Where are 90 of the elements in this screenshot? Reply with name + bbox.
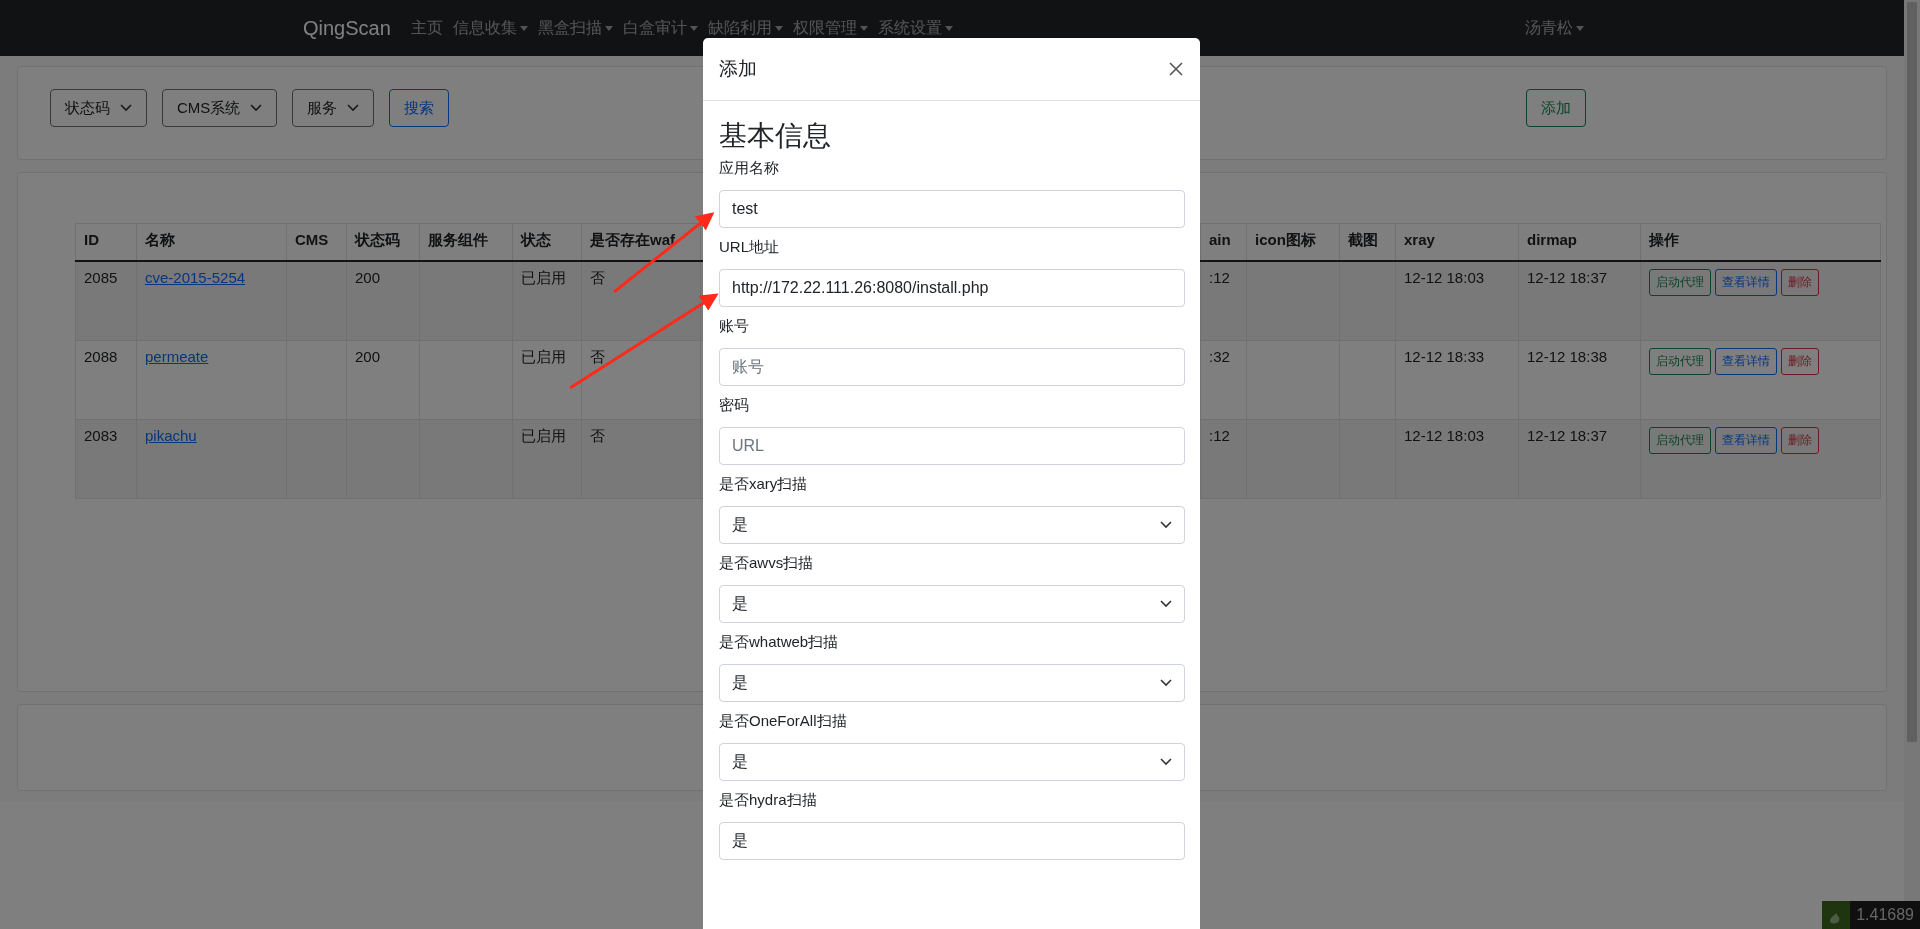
action-button[interactable]: 删除 — [1781, 348, 1819, 375]
close-icon[interactable] — [1168, 61, 1184, 77]
table-cell: 200 — [355, 269, 381, 286]
chevron-icon — [250, 104, 263, 112]
field-label: 是否awvs扫描 — [719, 554, 815, 573]
column-header: xray — [1404, 231, 1435, 248]
user-menu[interactable]: 汤青松 — [1525, 17, 1584, 39]
field-label: 是否whatweb扫描 — [719, 633, 840, 652]
action-button[interactable]: 查看详情 — [1715, 427, 1777, 454]
nav-menu-item[interactable]: 系统设置 — [877, 17, 953, 39]
column-header: 服务组件 — [428, 231, 488, 248]
table-cell: 已启用 — [521, 269, 566, 286]
action-button[interactable]: 查看详情 — [1715, 348, 1777, 375]
table-cell: 12-12 18:03 — [1404, 269, 1485, 286]
nav-menu-item[interactable]: 信息收集 — [452, 17, 528, 39]
column-header: icon图标 — [1255, 231, 1316, 248]
table-cell: 200 — [355, 348, 381, 365]
brand-logo[interactable]: QingScan — [303, 16, 391, 40]
table-cell: 12-12 18:37 — [1527, 427, 1608, 444]
table-cell: 12-12 18:03 — [1404, 427, 1485, 444]
column-header: 名称 — [145, 231, 175, 248]
action-button[interactable]: 启动代理 — [1649, 427, 1711, 454]
nav-menu-item[interactable]: 主页 — [410, 17, 443, 39]
action-button[interactable]: 启动代理 — [1649, 269, 1711, 296]
table-cell: 2083 — [84, 427, 118, 444]
input-field[interactable]: test — [719, 190, 1185, 228]
column-header: 截图 — [1348, 231, 1378, 248]
action-button[interactable]: 删除 — [1781, 427, 1819, 454]
action-button[interactable]: 查看详情 — [1715, 269, 1777, 296]
input-field[interactable]: 是 — [719, 822, 1185, 860]
search-button[interactable]: 搜索 — [389, 89, 450, 127]
table-cell: 12-12 18:33 — [1404, 348, 1485, 365]
select-field[interactable]: 是 — [719, 743, 1185, 781]
table-cell: 12-12 18:37 — [1527, 269, 1608, 286]
nav-menu-item[interactable]: 缺陷利用 — [707, 17, 783, 39]
select-field[interactable]: 是 — [719, 585, 1185, 623]
table-cell: 否 — [590, 348, 605, 365]
modal-title: 添加 — [719, 57, 757, 81]
nav-menu-item[interactable]: 黑盒扫描 — [537, 17, 613, 39]
column-header: 状态码 — [355, 231, 400, 248]
add-button[interactable]: 添加 — [1526, 89, 1586, 127]
select-field[interactable]: 是 — [719, 664, 1185, 702]
chevron-icon — [347, 104, 360, 112]
field-label: URL地址 — [719, 238, 780, 257]
app-name-link[interactable]: cve-2015-5254 — [145, 269, 246, 286]
section-heading: 基本信息 — [719, 119, 832, 153]
filter-dropdown[interactable]: 服务 — [292, 89, 375, 127]
filter-dropdown[interactable]: 状态码 — [50, 89, 147, 127]
tray-value: 1.41689 — [1855, 906, 1915, 924]
table-cell: 已启用 — [521, 427, 566, 444]
action-button[interactable]: 启动代理 — [1649, 348, 1711, 375]
column-header: CMS — [295, 231, 329, 248]
chevron-icon — [1160, 521, 1172, 529]
filter-dropdown[interactable]: CMS系统 — [162, 89, 278, 127]
input-field[interactable]: http://172.22.111.26:8080/install.php — [719, 269, 1185, 307]
column-header: ain — [1209, 231, 1231, 248]
chevron-icon — [1160, 758, 1172, 766]
table-cell: :32 — [1209, 348, 1230, 365]
nav-menu-item[interactable]: 白盒审计 — [622, 17, 698, 39]
app-name-link[interactable]: pikachu — [145, 427, 197, 444]
table-cell: 2085 — [84, 269, 118, 286]
column-header: ID — [84, 231, 99, 248]
table-cell: :12 — [1209, 269, 1230, 286]
chevron-icon — [120, 104, 132, 112]
input-field[interactable]: URL — [719, 427, 1185, 465]
nav-menu-item[interactable]: 权限管理 — [792, 17, 868, 39]
field-label: 密码 — [719, 396, 750, 415]
column-header: 是否存在waf — [590, 231, 675, 248]
column-header: dirmap — [1527, 231, 1577, 248]
field-label: 账号 — [719, 317, 750, 336]
field-label: 是否OneForAll扫描 — [719, 712, 848, 731]
table-cell: 已启用 — [521, 348, 566, 365]
field-label: 是否hydra扫描 — [719, 791, 818, 810]
table-cell: 2088 — [84, 348, 118, 365]
field-label: 是否xary扫描 — [719, 475, 809, 494]
chevron-icon — [1160, 679, 1172, 687]
column-header: 状态 — [521, 231, 551, 248]
chevron-icon — [1160, 600, 1172, 608]
table-cell: 否 — [590, 427, 605, 444]
select-field[interactable]: 是 — [719, 506, 1185, 544]
table-cell: 12-12 18:38 — [1527, 348, 1608, 365]
field-label: 应用名称 — [719, 159, 780, 178]
caret-icon — [1576, 25, 1584, 31]
action-button[interactable]: 删除 — [1781, 269, 1819, 296]
input-field[interactable]: 账号 — [719, 348, 1185, 386]
table-cell: 否 — [590, 269, 605, 286]
tray-widget[interactable]: 1.41689 — [1822, 901, 1920, 929]
app-name-link[interactable]: permeate — [145, 348, 209, 365]
column-header: 操作 — [1649, 231, 1679, 248]
table-cell: :12 — [1209, 427, 1230, 444]
